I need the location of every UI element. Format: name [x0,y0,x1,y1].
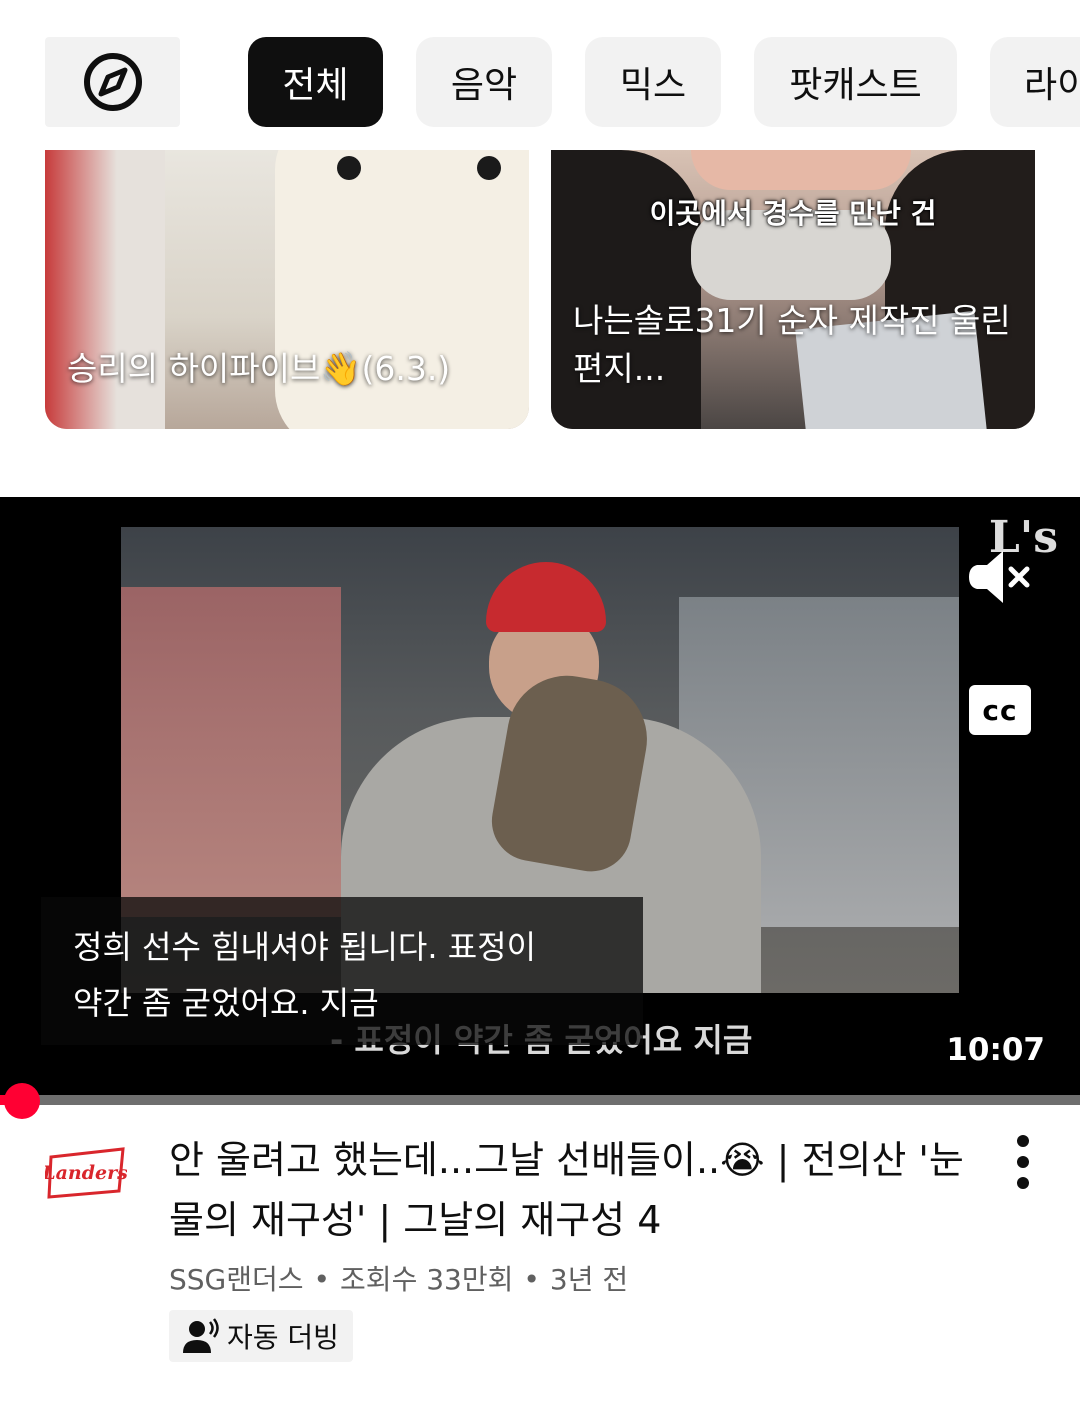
duration-label: 10:07 [946,1032,1045,1068]
scrubber-handle[interactable] [4,1083,40,1119]
chip-mix[interactable]: 믹스 [585,37,721,127]
channel-name[interactable]: SSG랜더스 [169,1263,304,1296]
more-vert-icon [1017,1177,1029,1189]
mascot-mouth: ‿‿ [400,415,464,429]
dub-label: 자동 더빙 [227,1321,339,1354]
more-vert-icon [1017,1135,1029,1147]
chip-podcast[interactable]: 팟캐스트 [754,37,957,127]
captions-button[interactable]: cc [969,685,1031,735]
chip-all[interactable]: 전체 [248,37,383,127]
auto-dub-badge: 자동 더빙 [169,1310,353,1362]
upload-age: 3년 전 [549,1263,629,1296]
shorts-card[interactable]: 이곳에서 경수를 만난 건 나는솔로31기 순자 제작진 울린 편지... [551,150,1035,429]
face-image [691,150,911,190]
channel-logo-text: Landers [45,1162,127,1184]
muted-volume-icon [969,551,1030,603]
stadium-stands [121,587,341,917]
chip-live[interactable]: 라이 [990,37,1080,127]
video-player[interactable]: L's cc - 표정이 약간 좀 굳었어요 지금 정희 선수 힘내셔야 됩니다… [0,497,1080,1095]
mute-button[interactable] [965,547,1035,607]
caption-line: 정희 선수 힘내셔야 됩니다. 표정이 [73,928,537,966]
more-button[interactable] [1005,1135,1041,1189]
more-vert-icon [1017,1156,1029,1168]
voice-dub-icon [183,1318,219,1353]
short-overlay-text: 이곳에서 경수를 만난 건 [649,197,937,230]
video-meta: SSG랜더스 • 조회수 33만회 • 3년 전 [169,1258,628,1298]
mascot-eye [477,156,501,180]
mascot-eye [337,156,361,180]
chip-music[interactable]: 음악 [416,37,552,127]
video-title[interactable]: 안 울려고 했는데...그날 선배들이..😭 | 전의산 '눈물의 재구성' |… [169,1130,989,1250]
caption-box: 정희 선수 힘내셔야 됩니다. 표정이 약간 좀 굳었어요. 지금 [41,897,643,1045]
short-title: 나는솔로31기 순자 제작진 울린 편지... [573,301,1011,388]
player-cap [486,562,606,632]
caption-line: 약간 좀 굳었어요. 지금 [73,984,379,1022]
view-count: 조회수 33만회 [340,1263,514,1296]
chip-bar: 전체 음악 믹스 팟캐스트 라이 [0,37,1080,127]
short-title: 승리의 하이파이브👋(6.3.) [67,349,451,388]
meta-separator: • [313,1263,331,1296]
shorts-card[interactable]: ‿‿ 승리의 하이파이브👋(6.3.) [45,150,529,429]
channel-avatar[interactable]: Landers [41,1143,128,1201]
meta-separator: • [523,1263,540,1296]
compass-icon [83,53,142,111]
explore-button[interactable] [45,37,180,127]
progress-bar[interactable] [0,1095,1080,1105]
